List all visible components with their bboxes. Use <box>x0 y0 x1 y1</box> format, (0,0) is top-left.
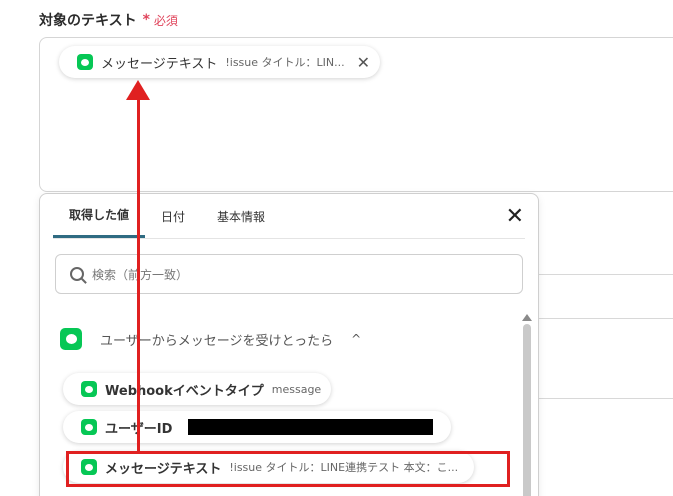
required-star: * <box>142 12 150 28</box>
annotation-arrow-line <box>137 96 140 454</box>
field-label: 対象のテキスト * 必須 <box>39 10 178 30</box>
line-icon <box>77 54 93 70</box>
tabs-divider <box>53 238 525 239</box>
item-label: Webhookイベントタイプ <box>105 383 264 399</box>
chip-label: メッセージテキスト <box>101 56 218 72</box>
tab-date[interactable]: 日付 <box>145 194 201 238</box>
required-text: 必須 <box>153 13 178 28</box>
redacted-value <box>188 419 434 435</box>
search-placeholder: 検索（前方一致） <box>92 267 189 282</box>
tab-basic-info[interactable]: 基本情報 <box>201 194 281 238</box>
search-input[interactable]: 検索（前方一致） <box>55 254 523 294</box>
divider <box>538 318 673 319</box>
search-icon <box>70 267 84 281</box>
value-item-user-id[interactable]: ユーザーID <box>63 411 452 443</box>
line-icon <box>60 328 82 350</box>
divider <box>538 398 673 399</box>
field-label-text: 対象のテキスト <box>39 13 137 29</box>
scroll-up-icon[interactable] <box>522 314 532 321</box>
item-value: message <box>271 382 322 396</box>
selected-value-chip[interactable]: メッセージテキスト !issue タイトル：LIN... ✕ <box>59 46 381 78</box>
line-icon <box>81 419 97 435</box>
close-icon[interactable]: ✕ <box>506 206 524 228</box>
close-icon[interactable]: ✕ <box>357 53 370 72</box>
chip-preview: !issue タイトル：LIN... <box>225 56 345 69</box>
annotation-arrow-head <box>126 80 150 100</box>
value-item-webhook-event-type[interactable]: Webhookイベントタイプ message <box>63 373 332 405</box>
line-icon <box>81 381 97 397</box>
tab-bar: 取得した値 日付 基本情報 <box>53 194 281 238</box>
group-label: ユーザーからメッセージを受けとったら <box>100 333 334 349</box>
scrollbar[interactable] <box>523 324 531 496</box>
chevron-up-icon[interactable]: ^ <box>351 332 361 346</box>
divider <box>538 274 673 275</box>
tab-acquired-values[interactable]: 取得した値 <box>53 194 146 238</box>
trigger-group-header[interactable]: ユーザーからメッセージを受けとったら ^ <box>60 328 361 350</box>
highlight-box <box>66 451 510 487</box>
